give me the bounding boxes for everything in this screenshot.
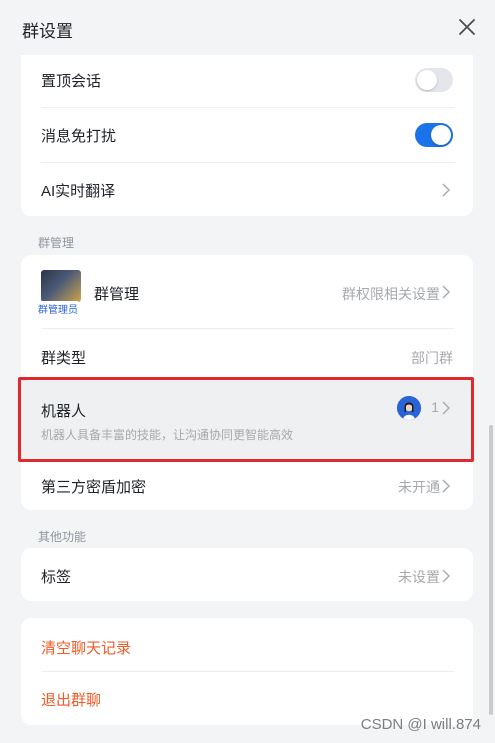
chevron-right-icon (442, 401, 450, 415)
chevron-right-icon (442, 285, 450, 299)
tags-value: 未设置 (398, 569, 440, 585)
group-manage-row[interactable]: 群管理员 群管理 群权限相关设置 (21, 255, 473, 328)
group-type-label: 群类型 (41, 350, 87, 367)
section-title-group-management: 群管理 (38, 236, 75, 250)
clear-history-label: 清空聊天记录 (41, 640, 132, 657)
other-features-card: 标签 未设置 (21, 548, 473, 601)
robot-description: 机器人具备丰富的技能，让沟通协同更智能高效 (41, 428, 294, 442)
chevron-right-icon (442, 479, 450, 493)
group-management-card: 群管理员 群管理 群权限相关设置 群类型 部门群 机器人 机器人具备丰富的技能，… (21, 255, 473, 510)
group-type-value: 部门群 (411, 350, 453, 366)
robot-count: 1 (431, 399, 439, 415)
robot-avatar (397, 396, 421, 420)
translate-row[interactable]: AI实时翻译 (21, 163, 473, 216)
translate-label: AI实时翻译 (41, 183, 116, 200)
mute-toggle[interactable] (415, 123, 453, 147)
watermark: CSDN @I will.874 (360, 716, 481, 733)
tags-row[interactable]: 标签 未设置 (21, 548, 473, 601)
dialog-header: 群设置 (0, 0, 495, 55)
robot-label: 机器人 (41, 403, 87, 420)
pin-chat-label: 置顶会话 (41, 73, 102, 90)
mute-row: 消息免打扰 (21, 108, 473, 162)
pin-chat-row: 置顶会话 (21, 55, 473, 107)
group-avatar-image (41, 270, 81, 302)
pin-chat-toggle[interactable] (415, 68, 453, 92)
dialog-title: 群设置 (22, 22, 73, 41)
group-admin-tag: 群管理员 (38, 301, 78, 316)
chevron-right-icon (442, 569, 450, 583)
encryption-row[interactable]: 第三方密盾加密 未开通 (21, 461, 473, 510)
encryption-value: 未开通 (398, 479, 440, 495)
group-type-row: 群类型 部门群 (21, 329, 473, 379)
close-icon[interactable] (456, 16, 478, 38)
chevron-right-icon (442, 183, 450, 197)
chat-settings-card: 置顶会话 消息免打扰 AI实时翻译 (21, 55, 473, 216)
group-admin-avatar: 群管理员 (38, 270, 81, 316)
leave-group-label: 退出群聊 (41, 692, 102, 709)
group-manage-label: 群管理 (94, 286, 140, 303)
encryption-label: 第三方密盾加密 (41, 479, 147, 496)
mute-label: 消息免打扰 (41, 128, 117, 145)
robot-row[interactable]: 机器人 机器人具备丰富的技能，让沟通协同更智能高效 1 (21, 379, 473, 461)
scrollbar[interactable] (489, 425, 493, 715)
clear-history-button[interactable]: 清空聊天记录 (21, 618, 473, 671)
section-title-other: 其他功能 (38, 530, 87, 544)
tags-label: 标签 (41, 569, 72, 586)
group-manage-value: 群权限相关设置 (342, 286, 440, 302)
actions-card: 清空聊天记录 退出群聊 (21, 618, 473, 725)
